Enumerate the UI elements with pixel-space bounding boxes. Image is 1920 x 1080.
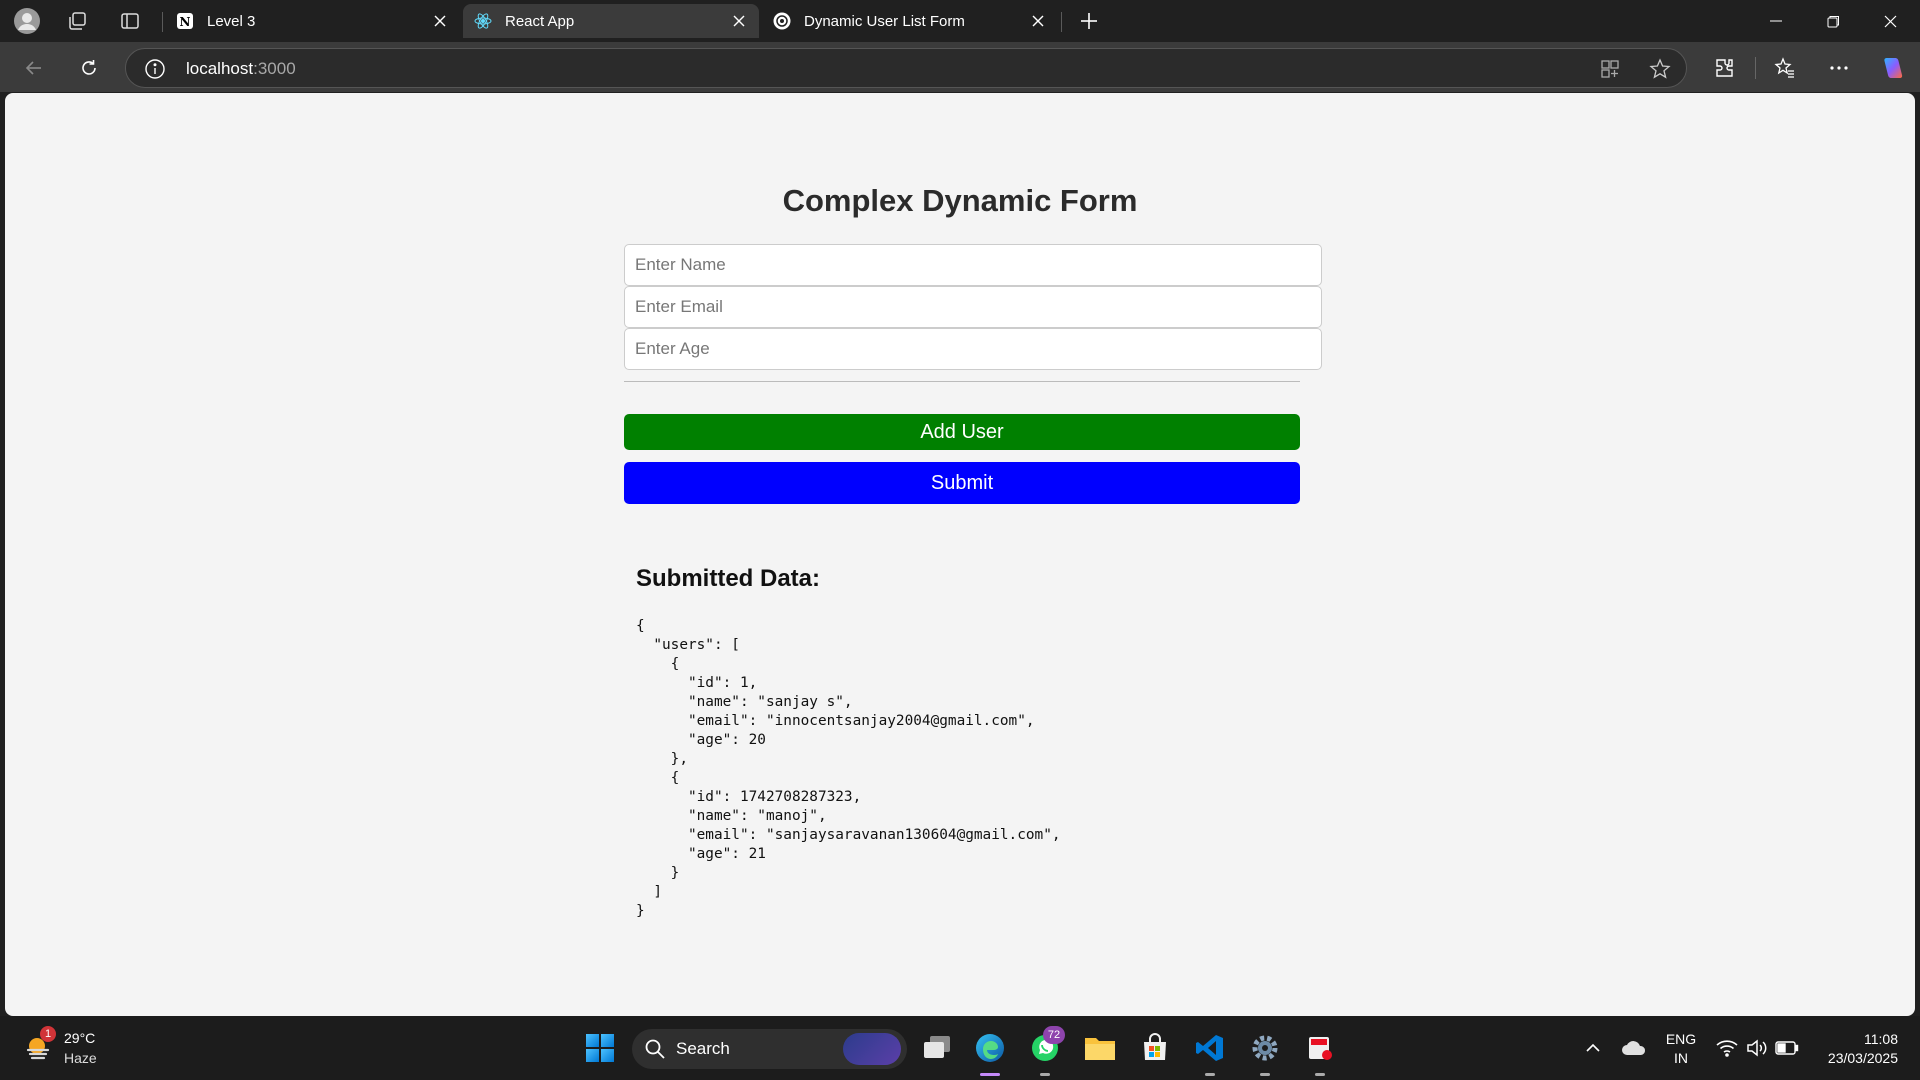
running-app-indicator <box>1260 1073 1270 1076</box>
start-windows-icon[interactable] <box>580 1028 620 1068</box>
tab-react-app[interactable]: React App <box>463 4 759 38</box>
tab-level-3[interactable]: N Level 3 <box>165 4 460 38</box>
page-viewport: Complex Dynamic Form Add User Submit Sub… <box>5 93 1915 1016</box>
react-icon <box>473 11 493 31</box>
tab-title: React App <box>505 12 575 30</box>
minimize-icon[interactable] <box>1748 0 1804 42</box>
tab-title: Level 3 <box>207 12 256 30</box>
refresh-icon[interactable] <box>71 50 107 86</box>
notion-icon: N <box>175 11 195 31</box>
microsoft-store-icon[interactable] <box>1135 1028 1175 1068</box>
openai-icon <box>772 11 792 31</box>
url-text: localhost:3000 <box>186 59 296 78</box>
vscode-icon[interactable] <box>1190 1028 1230 1068</box>
vertical-tabs-icon[interactable] <box>115 6 145 36</box>
weather-description: Haze <box>64 1050 97 1066</box>
onedrive-cloud-icon[interactable] <box>1614 1028 1654 1068</box>
taskbar-search[interactable]: Search <box>632 1029 907 1069</box>
input-language[interactable]: ENG IN <box>1660 1030 1702 1068</box>
tab-strip: N Level 3 React App Dynamic User List Fo… <box>0 0 1920 42</box>
search-label: Search <box>676 1039 730 1058</box>
settings-gear-icon[interactable] <box>1245 1028 1285 1068</box>
weather-temperature: 29°C <box>64 1030 96 1046</box>
divider <box>624 381 1300 382</box>
search-icon <box>644 1038 666 1060</box>
show-hidden-icons-chevron-icon[interactable] <box>1573 1028 1613 1068</box>
age-input[interactable] <box>624 328 1322 370</box>
tab-dynamic-user-list-form[interactable]: Dynamic User List Form <box>762 4 1058 38</box>
svg-text:N: N <box>180 15 191 29</box>
close-tab-icon[interactable] <box>727 9 751 33</box>
taskbar-clock[interactable]: 11:08 23/03/2025 <box>1828 1030 1898 1068</box>
snipping-tool-icon[interactable] <box>1300 1028 1340 1068</box>
tab-title: Dynamic User List Form <box>804 12 965 30</box>
favorites-icon[interactable] <box>1767 50 1803 86</box>
whatsapp-badge: 72 <box>1043 1026 1065 1044</box>
close-tab-icon[interactable] <box>428 9 452 33</box>
close-window-icon[interactable] <box>1862 0 1918 42</box>
search-highlight-image <box>843 1033 901 1065</box>
site-info-icon[interactable] <box>144 58 166 80</box>
favorite-star-icon[interactable] <box>1648 57 1672 81</box>
file-explorer-icon[interactable] <box>1080 1028 1120 1068</box>
back-icon[interactable] <box>16 50 52 86</box>
taskbar: 1 29°C Haze Search 72 ENG IN 11:08 23/03… <box>0 1016 1920 1080</box>
workspaces-icon[interactable] <box>62 6 92 36</box>
name-input[interactable] <box>624 244 1322 286</box>
copilot-icon[interactable] <box>1875 50 1911 86</box>
clock-time: 11:08 <box>1864 1031 1898 1047</box>
weather-badge: 1 <box>40 1026 56 1042</box>
address-bar[interactable]: localhost:3000 <box>125 48 1687 88</box>
running-app-indicator <box>1205 1073 1215 1076</box>
navigation-bar: localhost:3000 <box>0 42 1920 92</box>
email-input[interactable] <box>624 286 1322 328</box>
battery-icon[interactable] <box>1767 1028 1807 1068</box>
submitted-data-heading: Submitted Data: <box>636 565 821 592</box>
running-app-indicator <box>1040 1073 1050 1076</box>
add-user-button[interactable]: Add User <box>624 414 1300 450</box>
restore-icon[interactable] <box>1805 0 1861 42</box>
active-app-indicator <box>980 1073 1000 1076</box>
close-tab-icon[interactable] <box>1026 9 1050 33</box>
submit-button[interactable]: Submit <box>624 462 1300 504</box>
page-title: Complex Dynamic Form <box>782 183 1138 218</box>
submitted-data-json: { "users": [ { "id": 1, "name": "sanjay … <box>636 618 1061 919</box>
edge-icon[interactable] <box>970 1028 1010 1068</box>
more-options-icon[interactable] <box>1821 50 1857 86</box>
extensions-icon[interactable] <box>1706 50 1742 86</box>
new-tab-icon[interactable] <box>1074 6 1104 36</box>
task-view-icon[interactable] <box>917 1028 957 1068</box>
running-app-indicator <box>1315 1073 1325 1076</box>
clock-date: 23/03/2025 <box>1827 1050 1898 1066</box>
app-available-icon[interactable] <box>1598 57 1622 81</box>
profile-avatar-icon[interactable] <box>12 6 42 36</box>
